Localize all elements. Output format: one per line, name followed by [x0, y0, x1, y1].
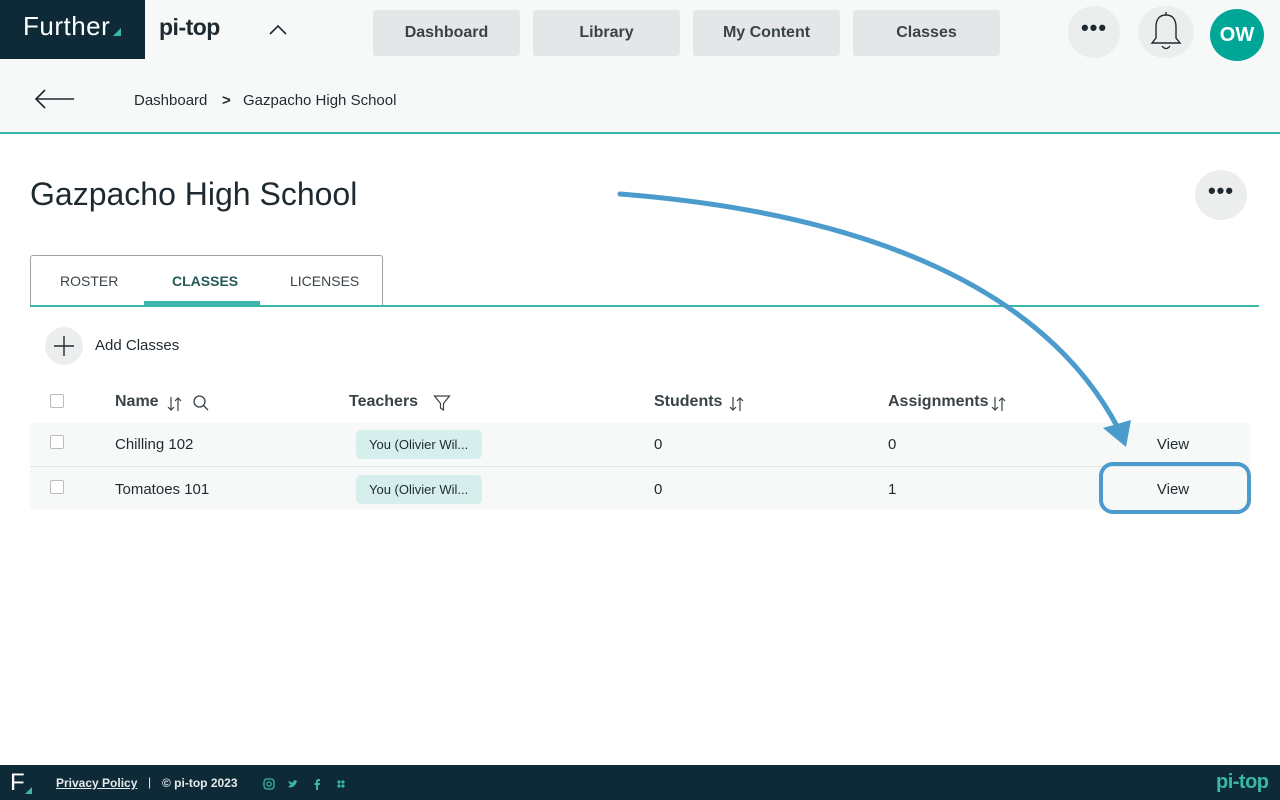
- table-row[interactable]: [30, 423, 1250, 466]
- students-count: 0: [654, 436, 663, 453]
- bell-icon: [1150, 12, 1182, 50]
- instagram-icon[interactable]: [263, 778, 275, 790]
- pitop-brand[interactable]: pi-top: [159, 14, 220, 41]
- assignments-count: 1: [888, 481, 897, 498]
- filter-icon[interactable]: [433, 394, 451, 412]
- further-logo[interactable]: Further: [0, 0, 145, 59]
- class-name[interactable]: Chilling 102: [115, 436, 193, 453]
- tab-roster[interactable]: ROSTER: [60, 273, 118, 289]
- nav-classes-button[interactable]: Classes: [853, 10, 1000, 56]
- page-more-options-button[interactable]: •••: [1195, 170, 1247, 220]
- more-options-button[interactable]: •••: [1068, 6, 1120, 58]
- further-logo-text: Further: [23, 11, 111, 41]
- table-row[interactable]: [30, 467, 1250, 510]
- more-dots-icon: •••: [1080, 15, 1108, 40]
- footer-pitop-brand[interactable]: pi-top: [1216, 771, 1269, 794]
- column-header-students[interactable]: Students: [654, 393, 722, 411]
- tab-bar: ROSTER CLASSES LICENSES: [30, 255, 383, 306]
- twitter-icon[interactable]: [287, 778, 299, 790]
- facebook-icon[interactable]: [311, 778, 323, 790]
- view-class-button[interactable]: View: [1120, 436, 1226, 453]
- notifications-button[interactable]: [1138, 6, 1194, 58]
- breadcrumb-dashboard-link[interactable]: Dashboard: [134, 92, 207, 109]
- view-button-highlight: [1099, 462, 1251, 514]
- teacher-chip: You (Olivier Wil...: [356, 475, 482, 504]
- search-icon[interactable]: [192, 394, 210, 412]
- breadcrumb: Dashboard > Gazpacho High School: [0, 64, 1280, 134]
- class-name[interactable]: Tomatoes 101: [115, 481, 209, 498]
- column-header-assignments[interactable]: Assignments: [888, 393, 988, 411]
- sort-icon[interactable]: [166, 395, 184, 413]
- assignments-count: 0: [888, 436, 897, 453]
- tabs-divider: [30, 305, 1259, 307]
- more-dots-icon: •••: [1207, 178, 1235, 203]
- nav-library-button[interactable]: Library: [533, 10, 680, 56]
- footer-logo[interactable]: F: [10, 769, 25, 797]
- footer: F Privacy Policy | © pi-top 2023 pi-top: [0, 765, 1280, 800]
- column-header-name[interactable]: Name: [115, 393, 159, 411]
- chevron-up-icon[interactable]: [266, 18, 290, 42]
- user-avatar[interactable]: OW: [1210, 9, 1264, 61]
- back-arrow-icon[interactable]: [34, 86, 76, 112]
- students-count: 0: [654, 481, 663, 498]
- add-classes-label[interactable]: Add Classes: [95, 337, 179, 354]
- select-all-checkbox[interactable]: [50, 394, 64, 408]
- add-classes-button[interactable]: [45, 327, 83, 365]
- tab-licenses[interactable]: LICENSES: [290, 273, 359, 289]
- nav-my-content-button[interactable]: My Content: [693, 10, 840, 56]
- column-header-teachers: Teachers: [349, 393, 419, 410]
- footer-separator: |: [148, 775, 152, 789]
- plus-icon: [54, 336, 74, 356]
- page-title: Gazpacho High School: [30, 176, 358, 212]
- logo-triangle-icon: [113, 28, 121, 36]
- copyright-text: © pi-top 2023: [162, 776, 238, 790]
- teacher-chip: You (Olivier Wil...: [356, 430, 482, 459]
- footer-logo-triangle-icon: [25, 787, 32, 794]
- sort-icon[interactable]: [990, 395, 1008, 413]
- breadcrumb-current: Gazpacho High School: [243, 92, 397, 109]
- tab-classes[interactable]: CLASSES: [172, 273, 238, 289]
- nav-dashboard-button[interactable]: Dashboard: [373, 10, 520, 56]
- privacy-policy-link[interactable]: Privacy Policy: [56, 776, 137, 790]
- slack-icon[interactable]: [335, 778, 347, 790]
- top-navigation: Further pi-top Dashboard Library My Cont…: [0, 0, 1280, 64]
- row-checkbox[interactable]: [50, 480, 64, 494]
- sort-icon[interactable]: [728, 395, 746, 413]
- breadcrumb-separator: >: [222, 92, 231, 109]
- row-checkbox[interactable]: [50, 435, 64, 449]
